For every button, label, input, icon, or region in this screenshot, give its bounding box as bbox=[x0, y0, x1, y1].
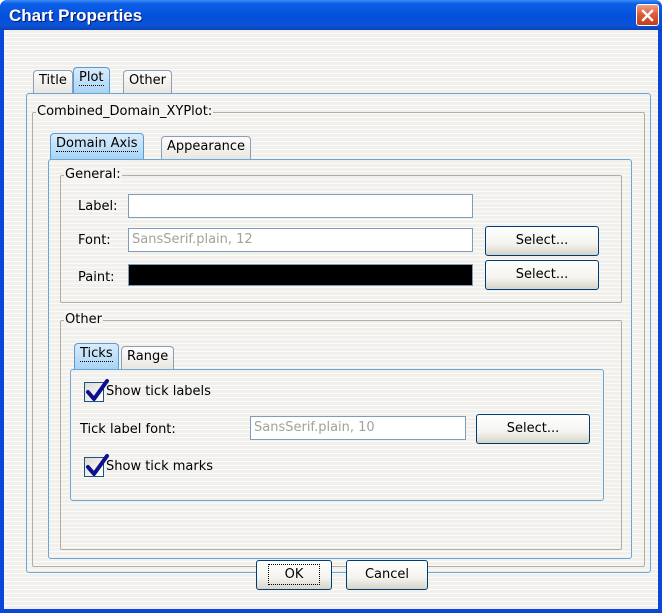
combined-domain-xyplot-group: Combined_Domain_XYPlot: Domain Axis Appe… bbox=[32, 104, 645, 567]
tab-plot[interactable]: Plot bbox=[73, 67, 110, 93]
tab-appearance[interactable]: Appearance bbox=[161, 136, 252, 159]
font-caption: Font: bbox=[78, 233, 111, 248]
tick-label-font-caption: Tick label font: bbox=[80, 422, 176, 437]
label-caption: Label: bbox=[78, 199, 118, 214]
show-tick-labels-label[interactable]: Show tick labels bbox=[106, 384, 211, 399]
font-select-button[interactable]: Select... bbox=[485, 226, 599, 256]
ticks-panel: Show tick labels Tick label font: SansSe… bbox=[70, 369, 604, 501]
show-tick-labels-checkbox[interactable] bbox=[84, 379, 109, 402]
other-group: Other Ticks Range Show tick labels Tick … bbox=[60, 312, 622, 550]
font-field: SansSerif.plain, 12 bbox=[128, 228, 473, 252]
cancel-button[interactable]: Cancel bbox=[346, 560, 428, 590]
tab-other[interactable]: Other bbox=[123, 70, 172, 93]
paint-caption: Paint: bbox=[78, 270, 115, 285]
dialog-content: Title Plot Other Combined_Domain_XYPlot:… bbox=[4, 30, 658, 609]
general-legend: General: bbox=[64, 167, 122, 183]
paint-select-button[interactable]: Select... bbox=[485, 260, 599, 290]
plot-tab-panel: Combined_Domain_XYPlot: Domain Axis Appe… bbox=[26, 93, 651, 573]
tab-range[interactable]: Range bbox=[121, 346, 175, 369]
tab-domain-axis[interactable]: Domain Axis bbox=[50, 133, 144, 159]
tick-label-font-field: SansSerif.plain, 10 bbox=[250, 416, 466, 440]
tick-label-font-select-button[interactable]: Select... bbox=[476, 414, 590, 444]
general-group: General: Label: Font: SansSerif.plain, 1… bbox=[60, 167, 622, 303]
show-tick-marks-checkbox[interactable] bbox=[84, 454, 109, 477]
title-bar[interactable]: Chart Properties bbox=[0, 0, 662, 30]
window-title: Chart Properties bbox=[9, 6, 143, 25]
ok-button[interactable]: OK bbox=[256, 560, 332, 590]
close-button[interactable] bbox=[636, 4, 659, 26]
show-tick-marks-label[interactable]: Show tick marks bbox=[106, 459, 213, 474]
domain-axis-panel: General: Label: Font: SansSerif.plain, 1… bbox=[48, 159, 632, 559]
other-legend: Other bbox=[64, 312, 103, 328]
tab-ticks[interactable]: Ticks bbox=[74, 343, 119, 369]
close-icon bbox=[641, 8, 654, 22]
tab-title[interactable]: Title bbox=[33, 70, 73, 93]
chart-properties-window: Chart Properties Title Plot Other Combin… bbox=[0, 0, 662, 613]
paint-color-swatch[interactable] bbox=[128, 264, 473, 286]
label-input[interactable] bbox=[128, 194, 473, 218]
plot-group-title: Combined_Domain_XYPlot: bbox=[36, 104, 214, 120]
